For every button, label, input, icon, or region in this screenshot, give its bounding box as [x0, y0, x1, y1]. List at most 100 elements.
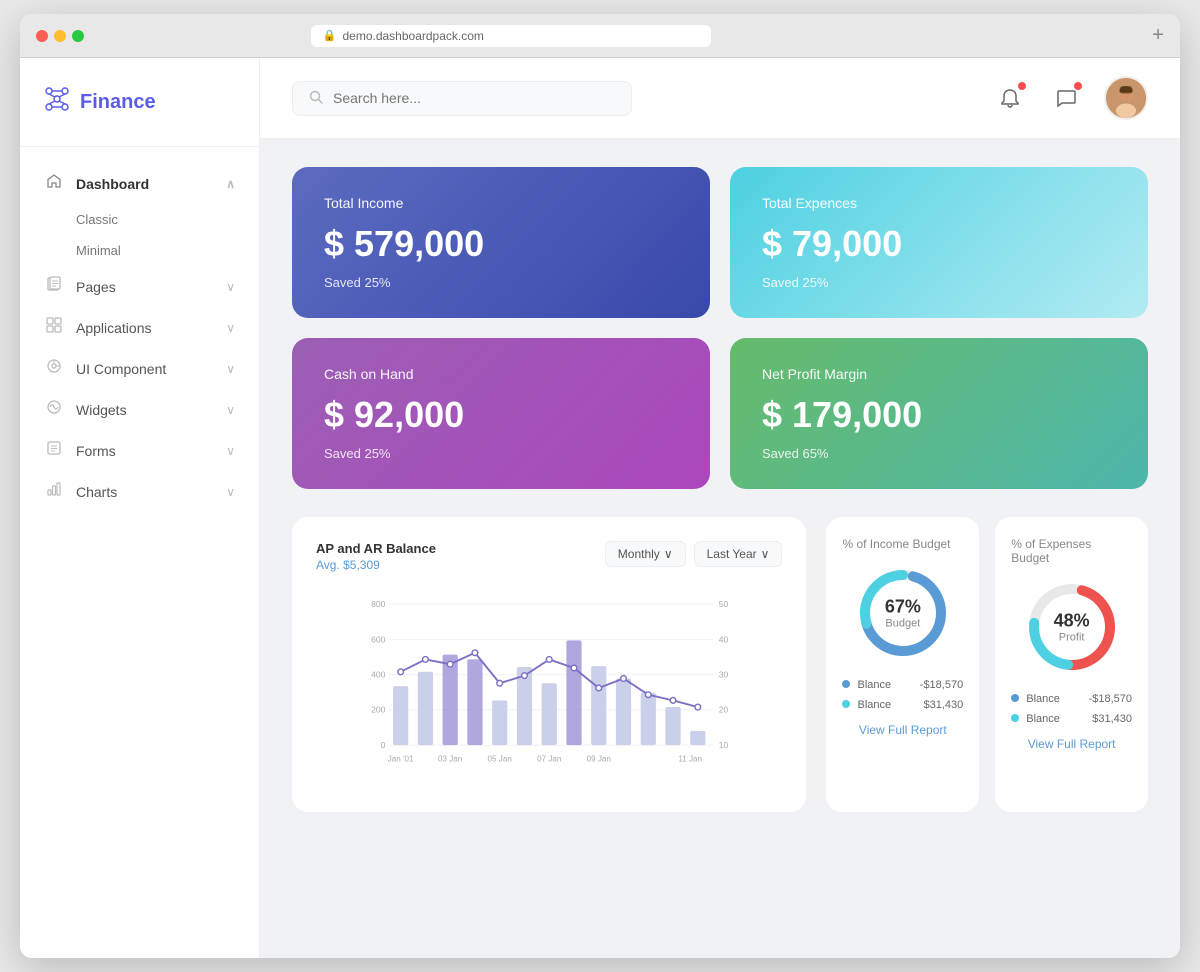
- dot-yellow[interactable]: [54, 30, 66, 42]
- svg-text:0: 0: [381, 740, 386, 750]
- sidebar: Finance Dashboard ∧ Classic Minimal: [20, 58, 260, 958]
- donut-card-income: % of Income Budget 67%: [826, 517, 979, 812]
- stat-card-title-expenses: Total Expences: [762, 195, 1116, 211]
- sidebar-item-pages[interactable]: Pages ∨: [20, 266, 259, 307]
- legend-label-1-income: Blance: [842, 679, 891, 691]
- svg-text:600: 600: [371, 634, 386, 644]
- sidebar-logo: Finance: [20, 58, 259, 147]
- legend-label-2-expenses: Blance: [1011, 713, 1060, 725]
- url-text: demo.dashboardpack.com: [342, 29, 483, 43]
- sidebar-item-label-dashboard: Dashboard: [76, 176, 214, 192]
- logo-icon: [44, 86, 70, 118]
- sidebar-nav: Dashboard ∧ Classic Minimal: [20, 147, 259, 528]
- donut-text-income: 67% Budget: [885, 597, 921, 630]
- sidebar-item-classic[interactable]: Classic: [20, 204, 259, 235]
- forms-icon: [44, 440, 64, 461]
- chevron-down-monthly: ∨: [664, 547, 673, 561]
- new-tab-button[interactable]: +: [1152, 24, 1164, 47]
- svg-text:800: 800: [371, 599, 386, 609]
- sidebar-item-widgets[interactable]: Widgets ∨: [20, 389, 259, 430]
- stat-card-title-income: Total Income: [324, 195, 678, 211]
- legend-value-1-income: -$18,570: [920, 679, 963, 691]
- chevron-down-icon-ui: ∨: [226, 362, 235, 376]
- stat-card-value-profit: $ 179,000: [762, 394, 1116, 436]
- svg-text:20: 20: [719, 705, 729, 715]
- sidebar-item-charts[interactable]: Charts ∨: [20, 471, 259, 512]
- donut-percent-income: 67%: [885, 597, 921, 618]
- svg-text:05 Jan: 05 Jan: [488, 754, 512, 763]
- donut-card-expenses: % of Expenses Budget 48%: [995, 517, 1148, 812]
- chart-title: AP and AR Balance: [316, 541, 436, 556]
- svg-text:Jan '01: Jan '01: [388, 754, 414, 763]
- dot-green[interactable]: [72, 30, 84, 42]
- legend-row-2-expenses: Blance $31,430: [1011, 713, 1132, 725]
- avatar[interactable]: [1104, 76, 1148, 120]
- home-icon: [44, 173, 64, 194]
- stat-card-value-expenses: $ 79,000: [762, 223, 1116, 265]
- widgets-icon: [44, 399, 64, 420]
- sidebar-item-label-charts: Charts: [76, 484, 214, 500]
- svg-text:200: 200: [371, 705, 386, 715]
- donut-center-expenses: 48% Profit: [1011, 577, 1132, 677]
- svg-text:09 Jan: 09 Jan: [587, 754, 611, 763]
- bar-chart-svg: 800 600 400 200 0 50 40 30 20 10: [316, 588, 782, 788]
- view-report-income-button[interactable]: View Full Report: [842, 723, 963, 737]
- sidebar-item-label-ui: UI Component: [76, 361, 214, 377]
- sidebar-item-ui-component[interactable]: UI Component ∨: [20, 348, 259, 389]
- dot-red[interactable]: [36, 30, 48, 42]
- legend-dot-1-income: [842, 680, 850, 688]
- lock-icon: 🔒: [323, 29, 337, 42]
- ap-ar-chart-card: AP and AR Balance Avg. $5,309 Monthly ∨ …: [292, 517, 806, 812]
- stat-cards: Total Income $ 579,000 Saved 25% Total E…: [292, 167, 1148, 489]
- sidebar-item-label-forms: Forms: [76, 443, 214, 459]
- stat-card-value-cash: $ 92,000: [324, 394, 678, 436]
- sidebar-item-label-applications: Applications: [76, 320, 214, 336]
- legend-label-1-expenses: Blance: [1011, 693, 1060, 705]
- applications-icon: [44, 317, 64, 338]
- stat-card-total-expenses: Total Expences $ 79,000 Saved 25%: [730, 167, 1148, 318]
- chevron-down-icon-apps: ∨: [226, 321, 235, 335]
- donut-svg-income: 67% Budget: [853, 563, 953, 663]
- donut-svg-expenses: 48% Profit: [1022, 577, 1122, 677]
- stat-card-title-cash: Cash on Hand: [324, 366, 678, 382]
- stat-card-sub-expenses: Saved 25%: [762, 275, 1116, 290]
- browser-url-bar[interactable]: 🔒 demo.dashboardpack.com: [311, 25, 711, 47]
- legend-dot-1-expenses: [1011, 694, 1019, 702]
- svg-text:50: 50: [719, 599, 729, 609]
- stat-card-sub-cash: Saved 25%: [324, 446, 678, 461]
- svg-text:11 Jan: 11 Jan: [678, 754, 702, 763]
- sidebar-item-dashboard[interactable]: Dashboard ∧: [20, 163, 259, 204]
- search-box[interactable]: [292, 81, 632, 116]
- svg-text:10: 10: [719, 740, 729, 750]
- messages-badge: [1074, 82, 1082, 90]
- browser-window: 🔒 demo.dashboardpack.com +: [20, 14, 1180, 958]
- filter-year-button[interactable]: Last Year ∨: [694, 541, 783, 567]
- search-input[interactable]: [333, 90, 615, 106]
- svg-text:400: 400: [371, 670, 386, 680]
- stat-card-sub-profit: Saved 65%: [762, 446, 1116, 461]
- notifications-button[interactable]: [992, 80, 1028, 116]
- sidebar-item-label-widgets: Widgets: [76, 402, 214, 418]
- sidebar-item-minimal[interactable]: Minimal: [20, 235, 259, 266]
- filter-monthly-button[interactable]: Monthly ∨: [605, 541, 686, 567]
- svg-text:07 Jan: 07 Jan: [537, 754, 561, 763]
- donut-label-income: Budget: [885, 618, 921, 630]
- donut-label-expenses: Profit: [1054, 632, 1090, 644]
- donut-cards: % of Income Budget 67%: [826, 517, 1148, 812]
- sidebar-item-forms[interactable]: Forms ∨: [20, 430, 259, 471]
- sidebar-item-label-pages: Pages: [76, 279, 214, 295]
- stat-card-net-profit: Net Profit Margin $ 179,000 Saved 65%: [730, 338, 1148, 489]
- view-report-expenses-button[interactable]: View Full Report: [1011, 737, 1132, 751]
- legend-row-2-income: Blance $31,430: [842, 699, 963, 711]
- donut-percent-expenses: 48%: [1054, 611, 1090, 632]
- chevron-down-icon-forms: ∨: [226, 444, 235, 458]
- content-area: Total Income $ 579,000 Saved 25% Total E…: [260, 139, 1180, 958]
- bar-chart-area: 800 600 400 200 0 50 40 30 20 10: [316, 588, 782, 788]
- notification-badge: [1018, 82, 1026, 90]
- chevron-down-icon-charts: ∨: [226, 485, 235, 499]
- messages-button[interactable]: [1048, 80, 1084, 116]
- chevron-up-icon: ∧: [226, 177, 235, 191]
- chevron-down-icon-widgets: ∨: [226, 403, 235, 417]
- sidebar-item-applications[interactable]: Applications ∨: [20, 307, 259, 348]
- chart-title-group: AP and AR Balance Avg. $5,309: [316, 541, 436, 572]
